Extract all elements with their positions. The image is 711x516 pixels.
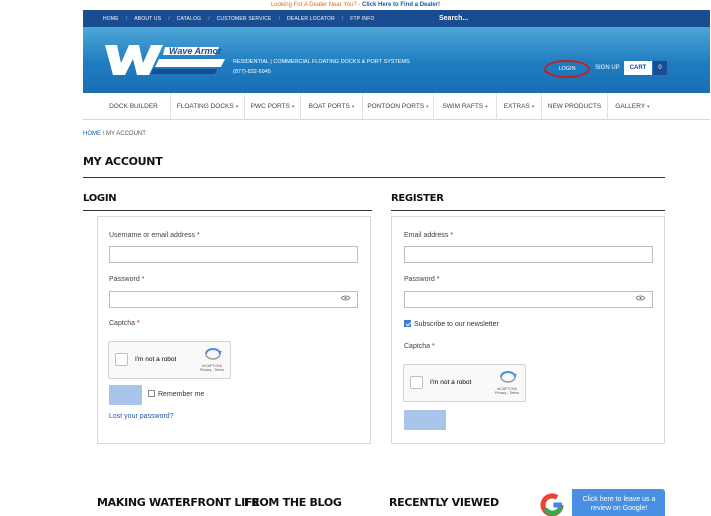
nav-label: BOAT PORTS	[308, 103, 350, 110]
password-input[interactable]	[109, 291, 358, 308]
register-heading-divider	[391, 210, 665, 211]
login-captcha-label: Captcha *	[109, 320, 140, 327]
search-input[interactable]: Search...	[435, 12, 705, 25]
recaptcha-logo-icon	[205, 348, 222, 360]
main-nav: DOCK BUILDER FLOATING DOCKS ▾ PWC PORTS ▾ BOA…	[83, 93, 710, 120]
nav-floating-docks[interactable]: FLOATING DOCKS ▾	[170, 93, 244, 120]
site-header-banner: Wave Armor RESIDENTIAL | COMMERCIAL FLOA…	[83, 27, 710, 93]
cart-button[interactable]: CART	[624, 61, 652, 75]
chevron-down-icon: ▾	[351, 104, 355, 110]
utility-nav-separator: /	[208, 15, 210, 22]
username-input[interactable]	[109, 246, 358, 263]
register-password-label: Password *	[404, 276, 440, 283]
chevron-down-icon: ▾	[426, 104, 429, 110]
chevron-down-icon: ▾	[647, 104, 650, 110]
recaptcha-checkbox[interactable]	[115, 353, 128, 366]
recaptcha-robot-text: I'm not a robot	[135, 356, 177, 363]
breadcrumb-current: MY ACCOUNT	[106, 131, 146, 137]
utility-nav-links: HOME / ABOUT US / CATALOG / CUSTOMER SERVICE / D…	[103, 10, 375, 27]
cart-count-badge[interactable]: 0	[653, 61, 667, 75]
register-email-input[interactable]	[404, 246, 653, 263]
nav-label: NEW PRODUCTS	[547, 103, 602, 110]
nav-label: PONTOON PORTS	[367, 103, 425, 110]
nav-pontoon-ports[interactable]: PONTOON PORTS ▾	[362, 93, 433, 120]
recaptcha-branding: reCAPTCHA Privacy - Terms	[199, 364, 224, 372]
utility-nav-separator: /	[168, 15, 170, 22]
header-phone: (877)-832-6945	[233, 69, 271, 75]
breadcrumb: HOME \ MY ACCOUNT	[83, 131, 146, 137]
utility-nav-separator: /	[341, 15, 344, 22]
nav-label: GALLERY	[615, 103, 646, 110]
password-label: Password *	[109, 276, 145, 283]
nav-pwc-ports[interactable]: PWC PORTS ▾	[244, 93, 300, 120]
footer-heading-blog: FROM THE BLOG	[244, 496, 342, 509]
utility-nav-about-us[interactable]: ABOUT US	[134, 16, 161, 22]
email-label: Email address *	[404, 232, 454, 239]
login-link[interactable]: LOGIN	[544, 60, 590, 78]
nav-label: DOCK BUILDER	[109, 103, 158, 110]
newsletter-checkbox[interactable]: Subscribe to our newsletter	[404, 320, 499, 328]
nav-label: PWC PORTS	[250, 103, 290, 110]
show-password-eye-icon[interactable]	[341, 295, 350, 303]
breadcrumb-home-link[interactable]: HOME	[83, 131, 101, 137]
nav-swim-rafts[interactable]: SWIM RAFTS ▾	[433, 93, 496, 120]
chevron-down-icon: ▾	[235, 104, 239, 110]
utility-nav-home[interactable]: HOME	[103, 16, 119, 22]
page-title-divider	[83, 177, 665, 178]
register-heading: REGISTER	[391, 193, 444, 204]
login-heading-divider	[83, 210, 372, 211]
utility-nav-dealer-locator[interactable]: DEALER LOCATOR	[287, 16, 335, 22]
nav-label: SWIM RAFTS	[442, 103, 484, 110]
nav-label: FLOATING DOCKS	[176, 103, 234, 110]
recaptcha-branding: reCAPTCHA Privacy - Terms	[494, 387, 519, 395]
chevron-down-icon: ▾	[531, 104, 535, 110]
google-review-button[interactable]: Click here to leave us a review on Googl…	[535, 489, 665, 516]
nav-gallery[interactable]: GALLERY ▾	[607, 93, 657, 120]
utility-nav-separator: /	[278, 15, 280, 22]
nav-label: EXTRAS	[503, 103, 530, 110]
dealer-announcement-bar: Looking For A Dealer Near You? - Click H…	[0, 0, 711, 10]
footer-heading-waterfront: MAKING WATERFRONT LIFE	[97, 496, 260, 509]
register-password-input[interactable]	[404, 291, 653, 308]
header-tagline: RESIDENTIAL | COMMERCIAL FLOATING DOCKS …	[233, 59, 410, 65]
nav-boat-ports[interactable]: BOAT PORTS ▾	[300, 93, 362, 120]
recaptcha-robot-text: I'm not a robot	[430, 379, 472, 386]
google-logo-icon	[535, 489, 572, 516]
signup-link[interactable]: SIGN UP	[595, 65, 620, 71]
login-heading: LOGIN	[83, 193, 117, 204]
register-recaptcha-widget: I'm not a robot reCAPTCHA Privacy - Terms	[403, 364, 526, 402]
remember-me-checkbox[interactable]: Remember me	[148, 390, 204, 398]
lost-password-link[interactable]: Lost your password?	[109, 413, 174, 420]
find-dealer-link[interactable]: Click Here to Find a Dealer!	[362, 2, 440, 8]
chevron-down-icon: ▾	[485, 104, 488, 110]
utility-nav-ftp-info[interactable]: FTP INFO	[350, 16, 374, 22]
chevron-down-icon: ▾	[291, 104, 295, 110]
recaptcha-checkbox[interactable]	[410, 376, 423, 389]
nav-extras[interactable]: EXTRAS ▾	[496, 93, 541, 120]
page-title: MY ACCOUNT	[83, 155, 163, 168]
utility-nav-customer-service[interactable]: CUSTOMER SERVICE	[217, 16, 272, 22]
nav-dock-builder[interactable]: DOCK BUILDER	[97, 93, 170, 120]
register-submit-button[interactable]	[404, 410, 446, 430]
dealer-announcement-text: Looking For A Dealer Near You? -	[270, 2, 363, 8]
google-review-text: Click here to leave us a review on Googl…	[582, 496, 656, 512]
register-show-password-eye-icon[interactable]	[636, 295, 645, 303]
recaptcha-logo-icon	[500, 371, 517, 383]
nav-new-products[interactable]: NEW PRODUCTS	[541, 93, 607, 120]
wave-armor-logo[interactable]: Wave Armor	[99, 41, 229, 79]
logo-wordmark: Wave Armor	[169, 46, 222, 56]
username-label: Username or email address *	[109, 232, 200, 239]
utility-nav-separator: /	[125, 15, 128, 22]
utility-nav-catalog[interactable]: CATALOG	[177, 16, 202, 22]
login-recaptcha-widget: I'm not a robot reCAPTCHA Privacy - Terms	[108, 341, 231, 379]
utility-nav: HOME / ABOUT US / CATALOG / CUSTOMER SERVICE / D…	[83, 10, 710, 27]
register-captcha-label: Captcha *	[404, 343, 435, 350]
login-submit-button[interactable]	[109, 385, 142, 405]
footer-heading-recently-viewed: RECENTLY VIEWED	[389, 496, 499, 509]
